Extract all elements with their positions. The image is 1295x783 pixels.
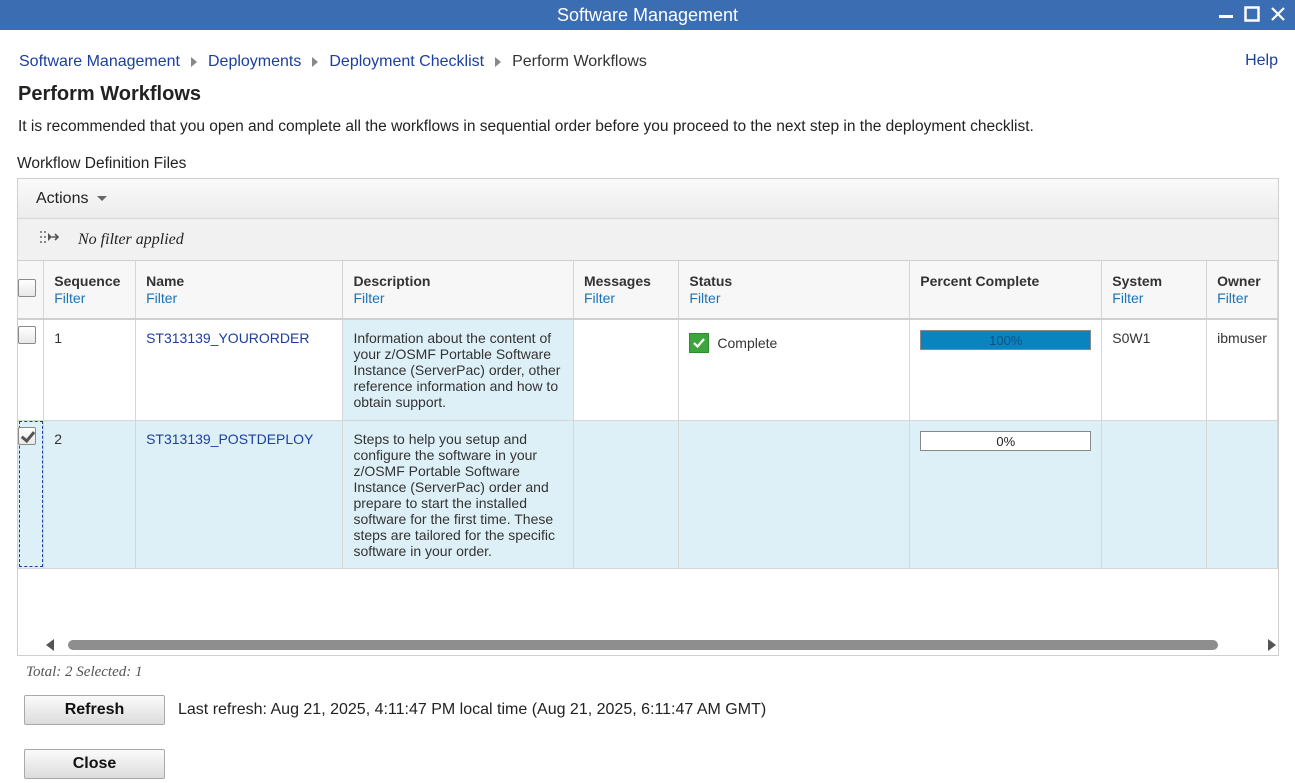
intro-text: It is recommended that you open and comp… [18, 118, 1034, 135]
select-all-checkbox[interactable] [18, 279, 36, 297]
column-label: System [1112, 273, 1163, 289]
section-label: Workflow Definition Files [17, 155, 187, 172]
filter-link-system[interactable]: Filter [1112, 290, 1196, 306]
breadcrumb-deployments[interactable]: Deployments [208, 53, 301, 71]
column-label: Messages [583, 273, 651, 289]
status-text: Complete [717, 335, 778, 351]
minimize-icon[interactable] [1215, 2, 1237, 26]
row-select-cell [18, 420, 45, 569]
column-label: Description [353, 273, 431, 289]
owner-cell: ibmuser [1206, 319, 1278, 421]
actions-menu-button[interactable]: Actions [36, 189, 108, 208]
column-label: Owner [1217, 273, 1261, 289]
chevron-down-icon [97, 196, 108, 201]
breadcrumb-current: Perform Workflows [512, 53, 647, 70]
column-header-description[interactable]: Description Filter [342, 261, 574, 320]
system-cell [1101, 420, 1208, 569]
description-cell: Information about the content of your z/… [342, 319, 574, 421]
row-select-cell [18, 319, 45, 421]
horizontal-scrollbar[interactable] [46, 637, 1276, 653]
column-header-percent-complete[interactable]: Percent Complete [909, 261, 1103, 320]
column-label: Status [689, 273, 733, 289]
name-cell: ST313139_YOURORDER [135, 319, 344, 421]
filter-arrows-icon[interactable] [38, 227, 60, 252]
messages-cell [573, 420, 680, 569]
actions-label: Actions [36, 189, 89, 207]
breadcrumb-separator-icon [312, 57, 319, 67]
table-header-row: Sequence Filter Name Filter Description Fil… [18, 261, 1278, 320]
workflow-name-link[interactable]: ST313139_POSTDEPLOY [146, 431, 313, 447]
column-header-sequence[interactable]: Sequence Filter [43, 261, 137, 320]
system-cell: S0W1 [1101, 319, 1208, 421]
window-titlebar: Software Management [0, 0, 1295, 30]
workflow-name-link[interactable]: ST313139_YOURORDER [146, 330, 309, 346]
row-checkbox[interactable] [18, 426, 36, 445]
percent-cell: 0% [909, 420, 1103, 569]
column-header-messages[interactable]: Messages Filter [573, 261, 680, 320]
status-cell [678, 420, 911, 569]
close-icon[interactable] [1267, 2, 1289, 26]
scrollbar-thumb[interactable] [68, 640, 1218, 650]
totals-text: Total: 2 Selected: 1 [26, 664, 143, 680]
scroll-right-icon[interactable] [1268, 639, 1276, 651]
progress-label: 100% [989, 333, 1023, 348]
filter-bar: No filter applied [18, 219, 1278, 261]
filter-link-status[interactable]: Filter [689, 290, 899, 306]
filter-link-owner[interactable]: Filter [1217, 290, 1267, 306]
breadcrumb-separator-icon [495, 57, 502, 67]
sequence-cell: 1 [43, 319, 137, 421]
name-cell: ST313139_POSTDEPLOY [135, 420, 344, 569]
maximize-icon[interactable] [1241, 2, 1263, 26]
filter-link-messages[interactable]: Filter [584, 290, 668, 306]
breadcrumb-software-management[interactable]: Software Management [19, 53, 180, 71]
column-header-system[interactable]: System Filter [1101, 261, 1208, 320]
column-header-owner[interactable]: Owner Filter [1206, 261, 1278, 320]
column-label: Name [146, 273, 185, 289]
row-checkbox[interactable] [18, 326, 36, 344]
column-label: Sequence [54, 273, 121, 289]
scroll-left-icon[interactable] [46, 639, 54, 651]
filter-link-name[interactable]: Filter [146, 290, 332, 306]
sequence-cell: 2 [43, 420, 137, 569]
help-link[interactable]: Help [1245, 52, 1278, 70]
column-header-name[interactable]: Name Filter [135, 261, 344, 320]
close-button[interactable]: Close [24, 749, 165, 779]
filter-link-description[interactable]: Filter [353, 290, 563, 306]
breadcrumb-deployment-checklist[interactable]: Deployment Checklist [329, 53, 484, 71]
last-refresh-text: Last refresh: Aug 21, 2025, 4:11:47 PM l… [178, 701, 767, 718]
progress-bar: 0% [920, 430, 1092, 451]
workflow-grid: Actions No filter applied Sequence Filter… [17, 178, 1279, 656]
column-header-status[interactable]: Status Filter [678, 261, 911, 320]
select-all-cell [18, 261, 45, 320]
owner-cell [1206, 420, 1278, 569]
check-icon [689, 333, 710, 353]
status-cell: Complete [678, 319, 911, 421]
breadcrumb-separator-icon [190, 57, 197, 67]
progress-label: 0% [996, 433, 1016, 449]
breadcrumb: Software Management Deployments Deployme… [19, 52, 647, 72]
table-row[interactable]: 1 ST313139_YOURORDER Information about t… [18, 319, 1278, 421]
progress-bar: 100% [920, 330, 1092, 350]
column-label: Percent Complete [920, 273, 1040, 289]
filter-link-sequence[interactable]: Filter [54, 290, 125, 306]
page-title: Perform Workflows [18, 83, 201, 105]
description-cell: Steps to help you setup and configure th… [342, 420, 574, 569]
window-title: Software Management [556, 4, 739, 25]
window-controls [1215, 2, 1289, 26]
refresh-button[interactable]: Refresh [24, 695, 165, 725]
messages-cell [573, 319, 680, 421]
actions-toolbar: Actions [18, 179, 1278, 219]
table-row[interactable]: 2 ST313139_POSTDEPLOY Steps to help you … [18, 420, 1278, 569]
percent-cell: 100% [909, 319, 1103, 421]
filter-status: No filter applied [78, 230, 184, 248]
workflow-table: Sequence Filter Name Filter Description Fil… [18, 261, 1278, 569]
